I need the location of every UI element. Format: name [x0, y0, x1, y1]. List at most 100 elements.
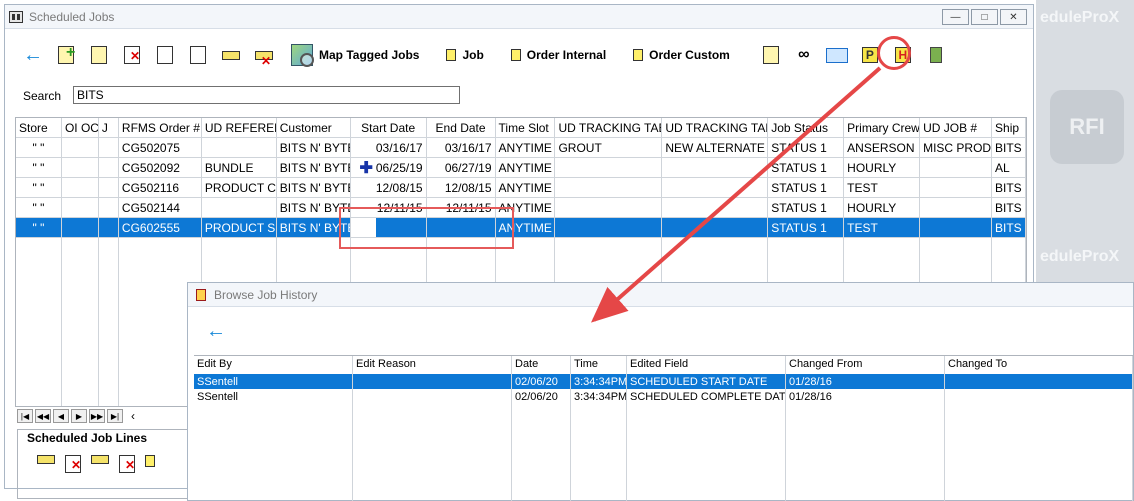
time-cell: 3:34:34PM	[571, 374, 627, 389]
line-delete-icon[interactable]	[65, 455, 81, 473]
line-doc-icon[interactable]	[145, 455, 155, 467]
main-toolbar: ← Map Tagged Jobs Job Order Internal	[19, 41, 950, 69]
maximize-button[interactable]: □	[971, 9, 998, 25]
start-date-cell: 03/16/17	[350, 138, 427, 158]
start-date-cell: 12/08/15	[350, 178, 427, 198]
j-cell	[98, 138, 119, 158]
store-cell: " "	[16, 138, 62, 158]
column-time[interactable]: Time	[571, 356, 627, 374]
job-button[interactable]: Job	[446, 48, 484, 62]
job-status-cell: STATUS 1	[768, 158, 845, 178]
column-oi-oc[interactable]: OI OC	[62, 118, 99, 137]
watermark-bottom: eduleProX	[1040, 248, 1120, 265]
history-row-selected[interactable]: SSentell 02/06/20 3:34:34PM SCHEDULED ST…	[194, 374, 1134, 389]
scroll-left-arrow[interactable]: ‹	[125, 409, 141, 423]
j-cell	[98, 158, 119, 178]
line-remove-icon[interactable]	[119, 455, 135, 473]
column-start-date[interactable]: Start Date	[351, 118, 427, 137]
first-record-button[interactable]: |◀	[17, 409, 33, 423]
column-ud-tracking-2[interactable]: UD TRACKING TABL	[662, 118, 769, 137]
screenshot-stage: eduleProX RFI eduleProX Scheduled Jobs —…	[0, 0, 1134, 501]
line-tag-icon[interactable]	[37, 455, 55, 464]
close-button[interactable]: ✕	[1000, 9, 1027, 25]
column-edited-field[interactable]: Edited Field	[627, 356, 786, 374]
column-customer[interactable]: Customer	[277, 118, 351, 137]
previous-page-button[interactable]: ◀◀	[35, 409, 51, 423]
history-row[interactable]: SSentell 02/06/20 3:34:34PM SCHEDULED CO…	[194, 389, 1134, 404]
empty-cell	[571, 404, 627, 501]
job-status-cell: STATUS 1	[768, 178, 845, 198]
job-status-cell: STATUS 1	[768, 218, 845, 238]
column-ship[interactable]: Ship	[992, 118, 1026, 137]
print-button[interactable]	[184, 41, 212, 69]
line-edit-icon[interactable]	[91, 455, 109, 464]
customer-cell: BITS N' BYTES	[276, 178, 351, 198]
column-rfms-order[interactable]: RFMS Order #	[119, 118, 202, 137]
untag-icon	[255, 50, 273, 68]
next-record-button[interactable]: ▶	[71, 409, 87, 423]
map-icon	[291, 44, 314, 67]
find-button[interactable]: ∞	[790, 41, 818, 69]
book-button[interactable]	[922, 41, 950, 69]
column-changed-from[interactable]: Changed From	[786, 356, 945, 374]
order-custom-button[interactable]: Order Custom	[633, 48, 730, 62]
minimize-button[interactable]: —	[942, 9, 969, 25]
column-job-status[interactable]: Job Status	[768, 118, 845, 137]
column-ud-job[interactable]: UD JOB #	[920, 118, 993, 137]
last-record-button[interactable]: ▶|	[107, 409, 123, 423]
view-button[interactable]	[151, 41, 179, 69]
column-time-slot[interactable]: Time Slot	[496, 118, 556, 137]
previous-record-button[interactable]: ◀	[53, 409, 69, 423]
add-button[interactable]	[52, 41, 80, 69]
selected-table-row[interactable]: " " CG602555 PRODUCT SEA BITS N' BYTES A…	[16, 218, 1026, 238]
tracking-1-cell	[555, 178, 663, 198]
app-icon	[9, 10, 23, 23]
column-edit-by[interactable]: Edit By	[194, 356, 353, 374]
changed-from-cell: 01/28/16	[786, 374, 945, 389]
back-button[interactable]: ←	[19, 41, 47, 69]
tracking-2-cell	[662, 178, 769, 198]
history-window-title: Browse Job History	[214, 287, 318, 302]
order-internal-button[interactable]: Order Internal	[510, 48, 606, 62]
search-input[interactable]	[73, 86, 460, 104]
copy-button[interactable]	[757, 41, 785, 69]
map-tagged-jobs-button[interactable]: Map Tagged Jobs	[291, 44, 419, 67]
column-primary-crew[interactable]: Primary Crew	[844, 118, 921, 137]
start-date-text: 06/25/19	[375, 161, 423, 175]
edit-by-cell: SSentell	[194, 374, 353, 389]
tag-button[interactable]	[217, 41, 245, 69]
history-titlebar: Browse Job History	[188, 283, 1133, 307]
history-back-button[interactable]: ←	[206, 321, 226, 341]
tracking-1-cell	[555, 198, 663, 218]
tag-icon	[222, 50, 240, 60]
next-page-button[interactable]: ▶▶	[89, 409, 105, 423]
column-edit-reason[interactable]: Edit Reason	[353, 356, 512, 374]
column-date[interactable]: Date	[512, 356, 571, 374]
column-changed-to[interactable]: Changed To	[945, 356, 1133, 374]
email-button[interactable]	[823, 41, 851, 69]
column-ud-reference[interactable]: UD REFERENC	[202, 118, 277, 137]
column-end-date[interactable]: End Date	[427, 118, 496, 137]
table-row[interactable]: " " CG502075 BITS N' BYTES 03/16/17 03/1…	[16, 138, 1026, 158]
untag-button[interactable]	[250, 41, 278, 69]
table-row[interactable]: " " CG502092 BUNDLE BITS N' BYTES ✚06/25…	[16, 158, 1026, 178]
window-controls: — □ ✕	[942, 9, 1027, 25]
scheduled-job-lines-title: Scheduled Job Lines	[25, 431, 150, 445]
j-cell	[98, 178, 119, 198]
time-slot-cell: ANYTIME	[495, 138, 556, 158]
delete-button[interactable]	[118, 41, 146, 69]
column-store[interactable]: Store	[16, 118, 62, 137]
table-row[interactable]: " " CG502116 PRODUCT CO BITS N' BYTES 12…	[16, 178, 1026, 198]
copy-doc-icon	[762, 46, 779, 64]
record-navigation: |◀ ◀◀ ◀ ▶ ▶▶ ▶| ‹	[17, 409, 141, 423]
edit-button[interactable]	[85, 41, 113, 69]
column-j[interactable]: J	[99, 118, 119, 137]
column-ud-tracking-1[interactable]: UD TRACKING TABL	[555, 118, 663, 137]
reference-cell: BUNDLE	[201, 158, 277, 178]
time-slot-cell: ANYTIME	[495, 158, 556, 178]
history-empty-area	[194, 404, 1134, 501]
order-cell: CG502075	[118, 138, 202, 158]
changed-from-cell: 01/28/16	[786, 389, 945, 404]
table-row[interactable]: " " CG502144 BITS N' BYTES 12/11/15 12/1…	[16, 198, 1026, 218]
job-status-cell: STATUS 1	[768, 198, 845, 218]
